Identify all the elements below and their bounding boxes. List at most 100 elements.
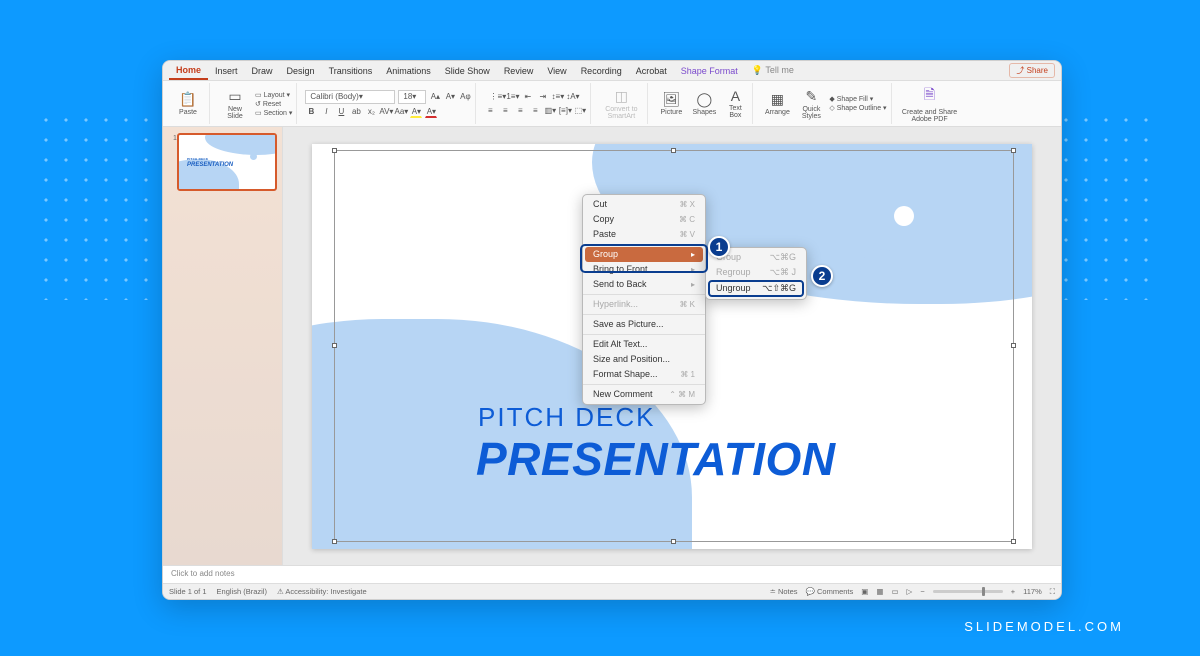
change-case-button[interactable]: Aa▾ (395, 106, 407, 118)
status-bar: Slide 1 of 1 English (Brazil) ⚠ Accessib… (163, 583, 1061, 599)
tab-shape-format[interactable]: Shape Format (674, 63, 745, 79)
text-effects-button[interactable]: AV▾ (380, 106, 392, 118)
slide-canvas[interactable]: PITCH DECK PRESENTATION Cut⌘ X Copy⌘ C P… (312, 144, 1032, 549)
reset-button[interactable]: ↺ Reset (255, 100, 292, 108)
subscript-button[interactable]: x₂ (365, 106, 377, 118)
font-selector[interactable]: Calibri (Body) ▾ (305, 90, 395, 104)
tell-me[interactable]: 💡 Tell me (745, 62, 801, 79)
shape-outline-button[interactable]: ◇ Shape Outline ▾ (829, 104, 886, 112)
share-button[interactable]: ⤴ Share (1009, 63, 1055, 78)
indent-left-button[interactable]: ⇤ (522, 91, 534, 103)
zoom-slider[interactable] (933, 590, 1003, 593)
bold-button[interactable]: B (305, 106, 317, 118)
paste-button[interactable]: 📋Paste (171, 84, 205, 124)
menu-hyperlink: Hyperlink...⌘ K (583, 297, 705, 312)
share-label: Share (1027, 66, 1048, 75)
chevron-right-icon: ▸ (691, 250, 695, 259)
clear-format-icon[interactable]: Aφ (459, 91, 471, 103)
view-slideshow-icon[interactable]: ▷ (907, 587, 913, 596)
justify-button[interactable]: ≡ (529, 105, 541, 117)
zoom-out-icon[interactable]: − (920, 587, 924, 596)
slide-thumbnail-1[interactable]: PITCH DECK PRESENTATION (177, 133, 277, 191)
line-spacing-button[interactable]: ↕≡▾ (552, 91, 564, 103)
tab-acrobat[interactable]: Acrobat (629, 63, 674, 79)
arrange-icon: ▦ (771, 91, 784, 108)
view-normal-icon[interactable]: ▣ (861, 587, 868, 596)
menu-edit-alt-text[interactable]: Edit Alt Text... (583, 337, 705, 352)
fit-window-icon[interactable]: ⛶ (1050, 587, 1055, 597)
indent-right-button[interactable]: ⇥ (537, 91, 549, 103)
submenu-ungroup[interactable]: Ungroup⌥⇧⌘G (708, 280, 804, 297)
view-sorter-icon[interactable]: ▦ (876, 587, 883, 596)
font-size-selector[interactable]: 18 ▾ (398, 90, 426, 104)
new-slide-icon: ▭ (228, 88, 241, 105)
zoom-in-icon[interactable]: + (1011, 587, 1015, 596)
menu-send-to-back[interactable]: Send to Back▸ (583, 277, 705, 292)
menu-save-picture[interactable]: Save as Picture... (583, 317, 705, 332)
tab-home[interactable]: Home (169, 62, 208, 80)
shapes-icon: ◯ (697, 91, 713, 108)
tab-recording[interactable]: Recording (574, 63, 629, 79)
slide-subtitle: PITCH DECK (478, 402, 655, 433)
underline-button[interactable]: U (335, 106, 347, 118)
notes-toggle[interactable]: ≐ Notes (770, 587, 798, 596)
menu-copy[interactable]: Copy⌘ C (583, 212, 705, 227)
status-accessibility[interactable]: ⚠ Accessibility: Investigate (277, 587, 367, 596)
layout-button[interactable]: ▭ Layout ▾ (255, 91, 292, 99)
slide-canvas-pane: PITCH DECK PRESENTATION Cut⌘ X Copy⌘ C P… (283, 127, 1061, 565)
zoom-percent[interactable]: 117% (1023, 587, 1042, 596)
strike-button[interactable]: ab (350, 106, 362, 118)
tab-insert[interactable]: Insert (208, 63, 245, 79)
quick-styles-button[interactable]: ✎Quick Styles (796, 84, 826, 124)
ribbon: 📋Paste ▭New Slide ▭ Layout ▾ ↺ Reset ▭ S… (163, 81, 1061, 127)
menu-cut[interactable]: Cut⌘ X (583, 197, 705, 212)
align-text-button[interactable]: [≡]▾ (559, 105, 571, 117)
smartart-icon: ◫ (615, 88, 628, 105)
smartart-convert-button[interactable]: ⬚▾ (574, 105, 586, 117)
tab-animations[interactable]: Animations (379, 63, 438, 79)
menu-group[interactable]: Group▸ (585, 247, 703, 262)
italic-button[interactable]: I (320, 106, 332, 118)
comments-toggle[interactable]: 💬 Comments (806, 587, 854, 596)
textbox-button[interactable]: AText Box (722, 84, 748, 124)
clipboard-icon: 📋 (179, 91, 196, 108)
menu-new-comment[interactable]: New Comment⌃ ⌘ M (583, 387, 705, 402)
bullets-button[interactable]: ⋮≡▾ (492, 91, 504, 103)
adobe-pdf-button[interactable]: 🗎Create and Share Adobe PDF (900, 84, 960, 124)
tab-view[interactable]: View (540, 63, 573, 79)
menu-paste[interactable]: Paste⌘ V (583, 227, 705, 242)
highlight-button[interactable]: A▾ (410, 106, 422, 118)
tab-draw[interactable]: Draw (245, 63, 280, 79)
thumb-title2: PRESENTATION (187, 162, 233, 168)
tab-design[interactable]: Design (280, 63, 322, 79)
notes-pane[interactable]: Click to add notes (163, 565, 1061, 583)
adobe-pdf-icon: 🗎 (924, 84, 935, 108)
view-reading-icon[interactable]: ▭ (891, 587, 898, 596)
tab-bar: Home Insert Draw Design Transitions Anim… (163, 61, 1061, 81)
menu-format-shape[interactable]: Format Shape...⌘ 1 (583, 367, 705, 382)
shapes-button[interactable]: ◯Shapes (689, 84, 719, 124)
arrange-button[interactable]: ▦Arrange (761, 84, 793, 124)
tab-review[interactable]: Review (497, 63, 541, 79)
decrease-font-icon[interactable]: A▾ (444, 91, 456, 103)
shape-fill-button[interactable]: ◆ Shape Fill ▾ (829, 95, 886, 103)
align-center-button[interactable]: ≡ (499, 105, 511, 117)
font-color-button[interactable]: A▾ (425, 106, 437, 118)
text-direction-button[interactable]: ↕A▾ (567, 91, 579, 103)
columns-button[interactable]: ▥▾ (544, 105, 556, 117)
new-slide-button[interactable]: ▭New Slide (218, 84, 252, 124)
numbering-button[interactable]: 1≡▾ (507, 91, 519, 103)
align-right-button[interactable]: ≡ (514, 105, 526, 117)
section-button[interactable]: ▭ Section ▾ (255, 109, 292, 117)
callout-1: 1 (708, 236, 730, 258)
shape-circle (860, 249, 902, 291)
align-left-button[interactable]: ≡ (484, 105, 496, 117)
menu-size-position[interactable]: Size and Position... (583, 352, 705, 367)
increase-font-icon[interactable]: A▴ (429, 91, 441, 103)
picture-button[interactable]: 🖼Picture (656, 84, 686, 124)
textbox-icon: A (731, 88, 740, 104)
tab-transitions[interactable]: Transitions (322, 63, 380, 79)
menu-bring-to-front[interactable]: Bring to Front▸ (583, 262, 705, 277)
status-language[interactable]: English (Brazil) (217, 587, 267, 596)
tab-slideshow[interactable]: Slide Show (438, 63, 497, 79)
